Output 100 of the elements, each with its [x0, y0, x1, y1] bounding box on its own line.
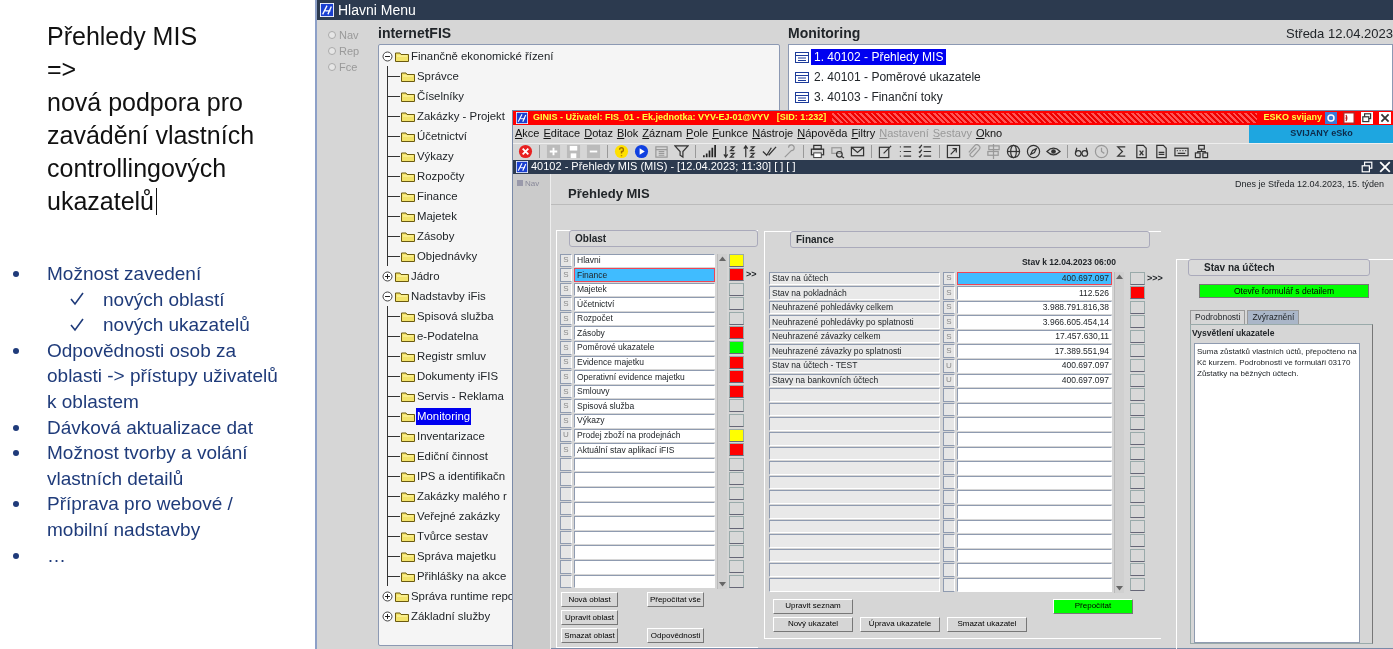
tree-item[interactable]: Finančně ekonomické řízení — [410, 47, 555, 65]
indicator-name-field[interactable]: Neuhrazené pohledávky po splatnosti — [769, 315, 940, 329]
area-name-field[interactable]: Prodej zboží na prodejnách — [574, 428, 715, 443]
tree-item[interactable]: IPS a identifikačn — [416, 467, 506, 485]
indicator-name-field[interactable] — [769, 417, 940, 432]
wrench-icon[interactable] — [782, 144, 797, 159]
type-field[interactable] — [560, 472, 572, 486]
form-button[interactable]: Upravit seznam — [773, 598, 853, 614]
close-icon[interactable] — [1379, 111, 1391, 124]
menu-item[interactable]: Editace — [543, 125, 581, 142]
form-button[interactable]: Odpovědnosti — [647, 628, 704, 644]
value-field[interactable]: 17.389.551,94 — [957, 344, 1112, 359]
tree-item[interactable]: Výkazy — [416, 147, 455, 165]
tree-item[interactable]: Registr smluv — [416, 347, 487, 365]
type-field[interactable] — [943, 461, 955, 475]
tree-item[interactable]: Jádro — [410, 267, 441, 285]
indicator-name-field[interactable] — [769, 446, 940, 461]
area-name-field[interactable] — [574, 516, 715, 530]
signpost-icon[interactable] — [986, 144, 1001, 159]
type-field[interactable] — [560, 501, 572, 516]
type-field[interactable] — [943, 577, 955, 592]
area-name-field[interactable] — [574, 472, 715, 486]
area-name-field[interactable] — [574, 457, 715, 472]
tree-item[interactable]: Správa majetku — [416, 547, 498, 565]
tree-item[interactable]: Zakázky malého r — [416, 487, 508, 505]
menu-item[interactable]: Dotaz — [584, 125, 613, 142]
form-button[interactable]: Nová oblast — [561, 592, 618, 608]
value-field[interactable] — [957, 461, 1112, 475]
open-detail-button[interactable]: Otevře formulář s detailem — [1199, 283, 1369, 298]
type-field[interactable] — [560, 574, 572, 589]
tree-item[interactable]: Rozpočty — [416, 167, 466, 185]
type-field[interactable] — [560, 530, 572, 545]
tree-item[interactable]: Tvůrce sestav — [416, 527, 489, 545]
external-link-icon[interactable] — [946, 144, 961, 159]
type-field[interactable] — [560, 457, 572, 472]
value-field[interactable]: 400.697.097 — [957, 359, 1112, 373]
area-name-field[interactable] — [574, 559, 715, 574]
area-name-field[interactable]: Výkazy — [574, 414, 715, 428]
tree-item[interactable]: e-Podatelna — [416, 327, 480, 345]
list-item[interactable]: 2. 40101 - Poměrové ukazatele — [811, 69, 984, 85]
area-name-field[interactable] — [574, 574, 715, 589]
edit-icon[interactable] — [878, 144, 893, 159]
restore-icon[interactable] — [1361, 160, 1373, 173]
indicator-name-field[interactable]: Neuhrazené závazky po splatnosti — [769, 344, 940, 359]
value-field[interactable] — [957, 475, 1112, 490]
tree-item[interactable]: Správce — [416, 67, 460, 85]
tab[interactable]: Podrobnosti — [1190, 309, 1246, 324]
value-field[interactable] — [957, 548, 1112, 563]
scrollbar[interactable] — [717, 253, 727, 590]
tree-item[interactable]: Zakázky - Projekt — [416, 107, 506, 125]
list-item[interactable]: 3. 40103 - Finanční toky — [811, 89, 946, 105]
tree-item[interactable]: Finance — [416, 187, 459, 205]
spreadsheet-icon[interactable] — [1134, 144, 1149, 159]
paperclip-icon[interactable] — [966, 144, 981, 159]
tree-item[interactable]: Ediční činnost — [416, 447, 489, 465]
indicator-name-field[interactable] — [769, 475, 940, 490]
sort-descending-icon[interactable] — [742, 144, 757, 159]
value-field[interactable] — [957, 446, 1112, 461]
form-button[interactable]: Přepočítat — [1053, 598, 1133, 614]
expand-icon[interactable] — [382, 590, 393, 602]
value-field[interactable] — [957, 577, 1112, 592]
indicator-name-field[interactable]: Stav na pokladnách — [769, 286, 940, 300]
collapse-icon[interactable] — [382, 290, 393, 302]
area-name-field[interactable] — [574, 545, 715, 559]
area-name-field[interactable]: Zásoby — [574, 326, 715, 341]
area-name-field[interactable]: Aktuální stav aplikací iFIS — [574, 443, 715, 457]
menu-item[interactable]: Okno — [975, 125, 1003, 142]
expand-icon[interactable] — [382, 270, 393, 282]
area-name-field[interactable] — [574, 501, 715, 516]
area-name-field[interactable]: Evidence majetku — [574, 355, 715, 370]
expand-icon[interactable] — [382, 610, 393, 622]
tab[interactable]: Zvýraznění — [1247, 309, 1300, 324]
area-name-field[interactable]: Finance — [574, 268, 715, 282]
indicator-name-field[interactable]: Stav na účtech — [769, 271, 940, 286]
indicator-name-field[interactable] — [769, 490, 940, 504]
indicator-name-field[interactable] — [769, 577, 940, 592]
type-field[interactable] — [943, 388, 955, 402]
clock-icon[interactable] — [1094, 144, 1109, 159]
tree-item[interactable]: Přihlášky na akce — [416, 567, 508, 585]
type-field[interactable] — [943, 534, 955, 548]
tree-item[interactable]: Monitoring — [416, 407, 472, 425]
value-field[interactable] — [957, 519, 1112, 534]
menu-item[interactable]: Blok — [616, 125, 639, 142]
tree-item[interactable]: Objednávky — [416, 247, 479, 265]
type-field[interactable] — [943, 446, 955, 461]
description-text-area[interactable]: Suma zůstatků vlastních účtů, přepočteno na Kč kurzem. Podrobnosti ve formuláři 03170 Zůstatky na běžných účtech. — [1194, 343, 1360, 644]
indicator-name-field[interactable]: Stavy na bankovních účtech — [769, 373, 940, 388]
type-field[interactable] — [943, 548, 955, 563]
globe-icon[interactable] — [1006, 144, 1021, 159]
value-field[interactable] — [957, 490, 1112, 504]
form-button[interactable]: Přepočítat vše — [647, 592, 704, 608]
tree-item[interactable]: Účetnictví — [416, 127, 468, 145]
form-button[interactable]: Smazat ukazatel — [947, 616, 1027, 632]
indicator-name-field[interactable] — [769, 505, 940, 519]
menu-item[interactable]: Funkce — [712, 125, 749, 142]
type-field[interactable] — [560, 545, 572, 559]
area-name-field[interactable]: Účetnictví — [574, 297, 715, 311]
type-field[interactable] — [943, 432, 955, 446]
add-icon[interactable] — [546, 144, 561, 159]
area-name-field[interactable]: Hlavni — [574, 253, 715, 268]
